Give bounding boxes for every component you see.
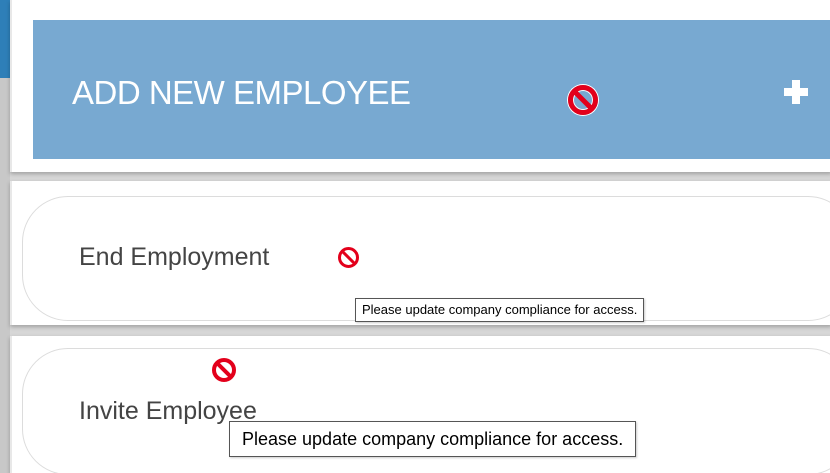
left-edge xyxy=(0,78,10,473)
add-new-employee-button[interactable]: ADD NEW EMPLOYEE xyxy=(33,20,830,159)
end-employment-label: End Employment xyxy=(79,243,270,271)
add-new-employee-label: ADD NEW EMPLOYEE xyxy=(72,74,411,111)
no-access-icon xyxy=(212,358,236,382)
no-access-icon xyxy=(568,85,598,115)
access-tooltip: Please update company compliance for acc… xyxy=(229,421,637,457)
no-access-icon xyxy=(338,247,359,268)
access-tooltip: Please update company compliance for acc… xyxy=(355,298,645,322)
plus-icon xyxy=(784,80,808,104)
screen: ADD NEW EMPLOYEE End Employment Invite E… xyxy=(0,0,830,473)
